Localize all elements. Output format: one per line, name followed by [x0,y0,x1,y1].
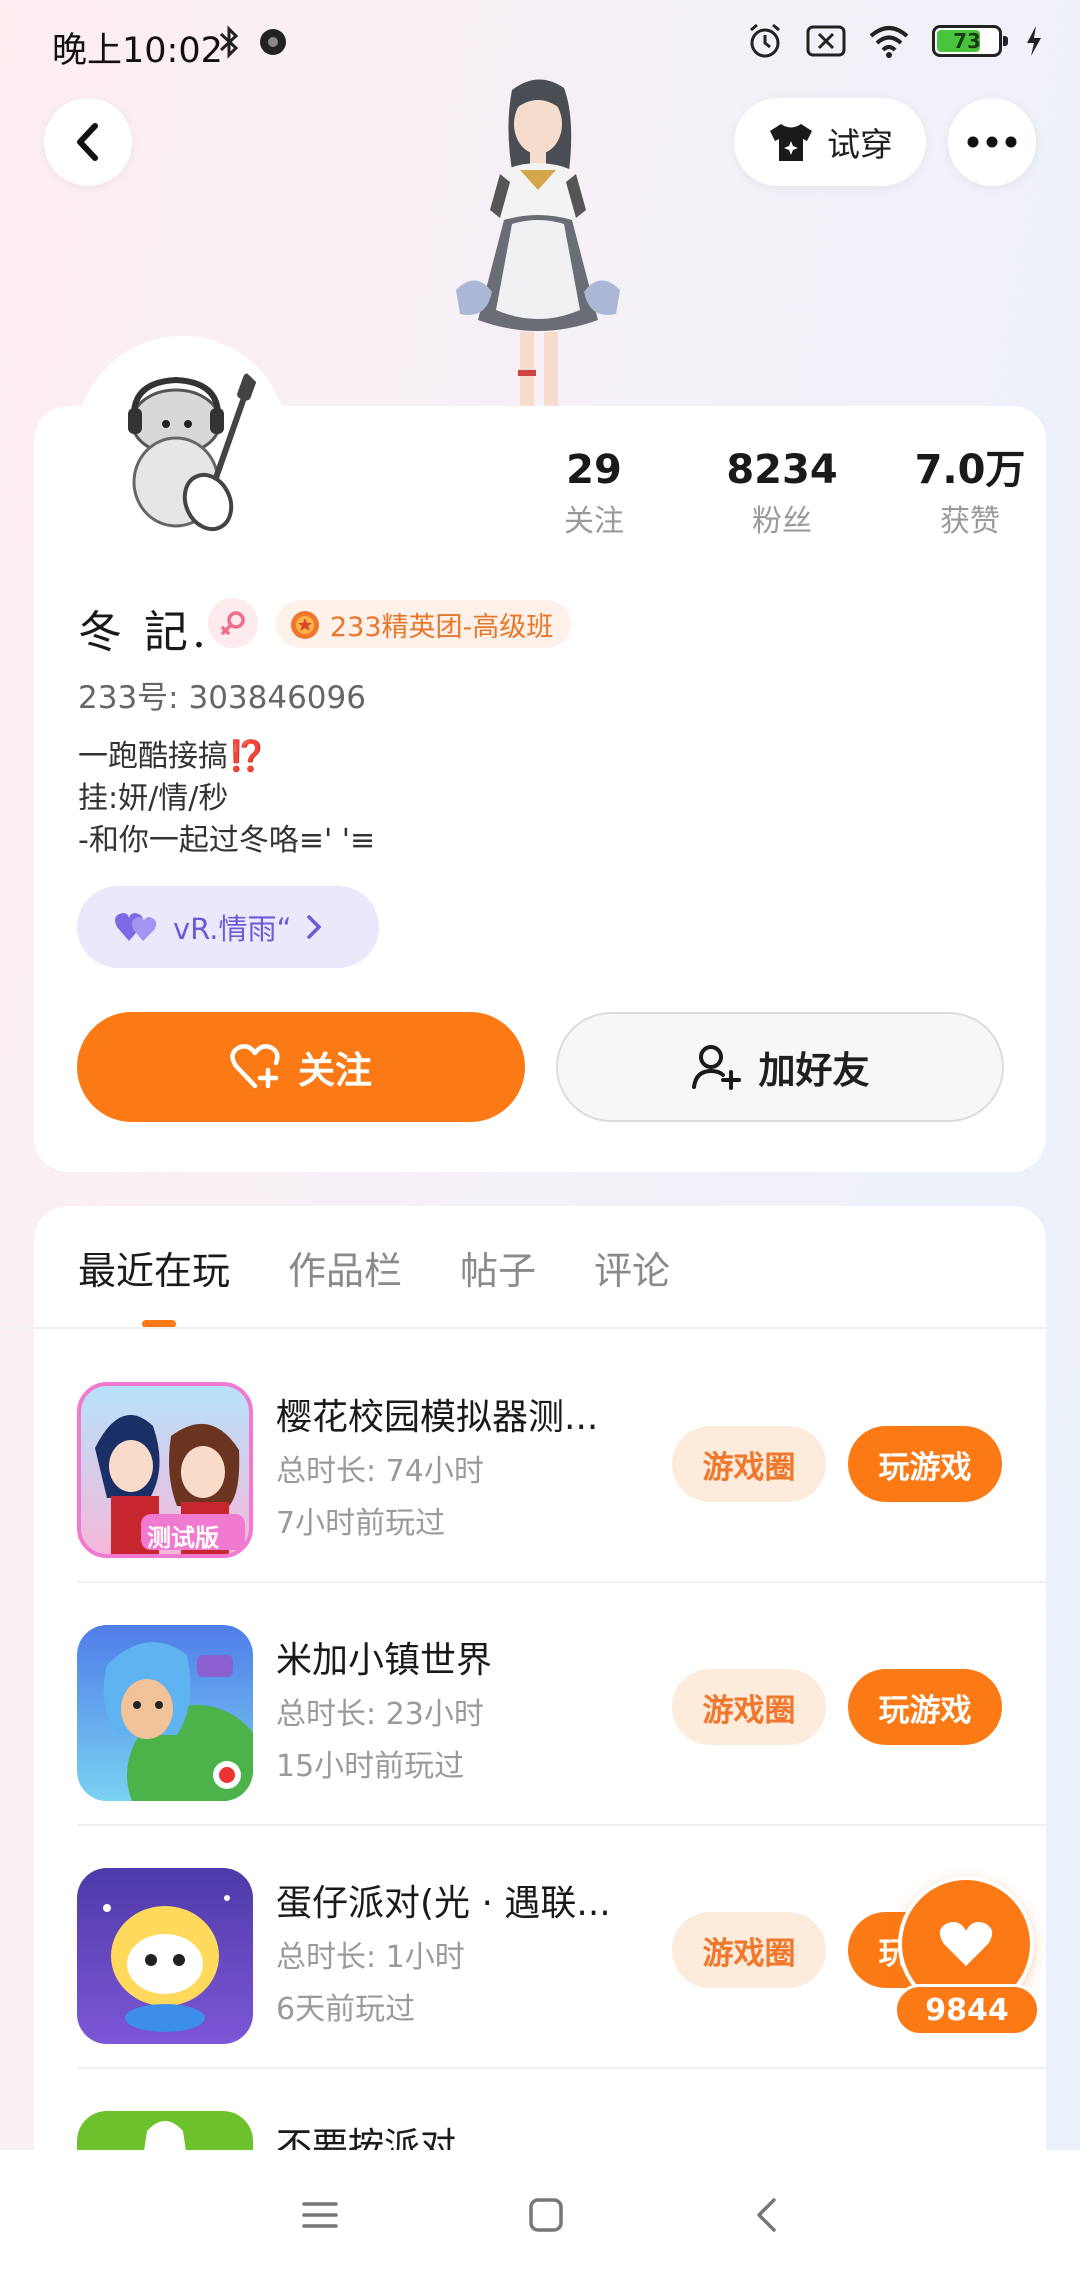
tab-works[interactable]: 作品栏 [288,1240,402,1295]
bio-line: 一跑酷接搞⁉️ [78,739,266,774]
system-nav-bar [0,2150,1080,2280]
bio: 一跑酷接搞⁉️ 挂:妍/情/秒 -和你一起过冬咯≡' '≡ [78,736,375,862]
game-icon-sakura: 测试版 [77,1382,253,1558]
avatar-image [96,352,280,536]
tab-bar: 最近在玩 作品栏 帖子 评论 [78,1240,670,1295]
game-row[interactable]: 蛋仔派对(光 · 遇联... 总时长: 1小时 6天前玩过 游戏圈 玩游戏 [0,1826,1046,2069]
game-row[interactable]: 测试版 樱花校园模拟器测... 总时长: 74小时 7小时前玩过 游戏圈 玩游戏 [0,1340,1046,1583]
game-duration: 总时长: 74小时 [276,1454,484,1489]
user-id: 233号: 303846096 [78,680,366,716]
follow-label: 关注 [298,1049,372,1092]
tshirt-icon [770,124,812,161]
game-last-played: 6天前玩过 [276,1992,416,2027]
game-last-played: 7小时前玩过 [276,1506,446,1541]
play-game-button[interactable]: 玩游戏 [848,1669,1002,1745]
try-on-label: 试穿 [827,125,893,164]
bio-line: 挂:妍/情/秒 [78,781,229,816]
avatar-figure-image [456,79,620,410]
record-icon [260,29,286,55]
vip-badge[interactable]: 233精英团-高级班 [276,600,572,648]
add-friend-button[interactable]: 加好友 [556,1012,1004,1122]
double-heart-icon [115,913,157,941]
stat-following[interactable]: 29 关注 [500,440,688,544]
team-chip[interactable]: vR.情雨“ [77,886,379,968]
back-button[interactable] [44,98,132,186]
team-chip-label: vR.情雨“ [173,912,292,946]
alarm-icon [750,23,780,58]
heart-plus-icon [230,1044,280,1089]
follow-button[interactable]: 关注 [77,1012,525,1122]
tab-posts[interactable]: 帖子 [460,1240,536,1295]
play-game-button[interactable]: 玩游戏 [848,1426,1002,1502]
menu-icon[interactable] [302,2200,338,2230]
try-on-button[interactable]: 试穿 [734,98,926,186]
tab-comments[interactable]: 评论 [594,1240,670,1295]
game-last-played: 15小时前玩过 [276,1749,465,1784]
medal-icon [291,611,319,639]
chevron-right-icon [306,915,322,939]
game-name: 米加小镇世界 [276,1640,493,1681]
stats-row: 29 关注 8234 粉丝 7.0万 获赞 [500,440,1064,544]
game-name: 蛋仔派对(光 · 遇联... [276,1883,611,1924]
game-icon-miga [77,1625,253,1801]
add-user-icon [691,1045,741,1090]
battery-icon: 73 [932,25,1008,57]
more-button[interactable] [948,98,1036,186]
bluetooth-icon [219,25,239,59]
game-circle-button[interactable]: 游戏圈 [672,1912,826,1988]
stat-likes[interactable]: 7.0万 获赞 [876,440,1064,544]
game-row[interactable]: 米加小镇世界 总时长: 23小时 15小时前玩过 游戏圈 玩游戏 [0,1583,1046,1826]
add-friend-label: 加好友 [758,1049,870,1092]
avatar[interactable] [96,352,280,536]
chevron-left-icon [77,123,98,161]
like-count: 9844 [894,1984,1040,2036]
stat-fans[interactable]: 8234 粉丝 [688,440,876,544]
back-nav-icon[interactable] [754,2197,778,2233]
more-dots-icon [967,136,1017,148]
home-icon[interactable] [528,2197,564,2233]
sim-off-icon [806,25,846,57]
tab-recent-play[interactable]: 最近在玩 [78,1240,230,1295]
vip-badge-label: 233精英团-高级班 [330,611,554,643]
nickname: 冬 記. [78,607,210,658]
wifi-icon [869,26,909,58]
game-icon-eggy [77,1868,253,2044]
charging-icon [1027,26,1041,56]
bio-line: -和你一起过冬咯≡' '≡ [78,823,376,858]
status-time: 晚上10:02 [52,31,223,71]
game-circle-button[interactable]: 游戏圈 [672,1669,826,1745]
game-circle-button[interactable]: 游戏圈 [672,1426,826,1502]
game-duration: 总时长: 1小时 [276,1940,465,1975]
test-version-badge: 测试版 [147,1524,219,1552]
female-gender-icon [208,598,258,648]
game-name: 樱花校园模拟器测... [276,1397,599,1438]
heart-icon [939,1922,993,1966]
game-duration: 总时长: 23小时 [276,1697,484,1732]
